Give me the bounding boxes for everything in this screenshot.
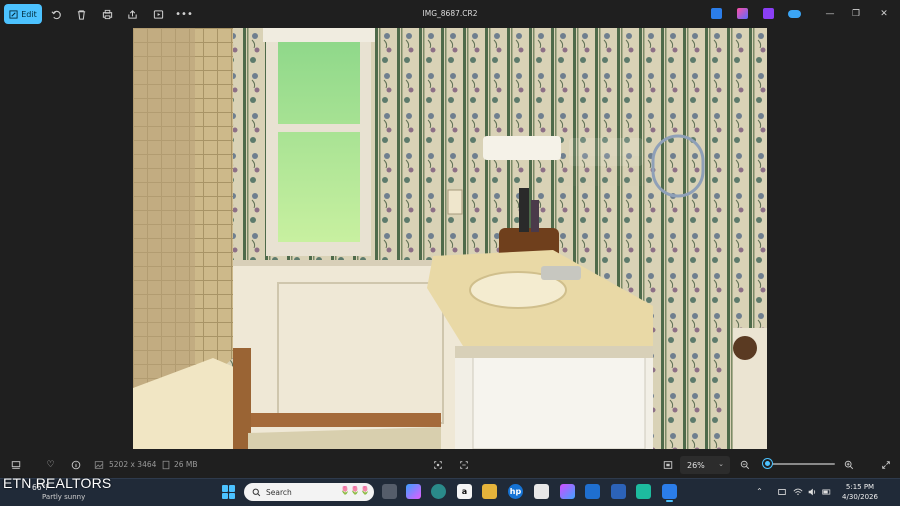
file-explorer-icon[interactable]	[482, 484, 497, 499]
onedrive-tray-icon[interactable]	[776, 486, 787, 497]
weather-description: Partly sunny	[42, 493, 86, 501]
zoom-in-icon[interactable]	[842, 458, 855, 471]
edit-icon	[9, 9, 18, 19]
designer-icon[interactable]	[763, 8, 774, 19]
image-size-icon	[92, 458, 105, 471]
volume-icon[interactable]	[806, 486, 817, 497]
hp-icon[interactable]: hp	[508, 484, 523, 499]
task-view-icon[interactable]	[382, 484, 397, 499]
tulips-icon: 🌷🌷🌷	[340, 486, 370, 495]
file-size-icon	[159, 458, 172, 471]
title-bar: Edit ••• IMG_8687.CR2 — ❐ ✕	[0, 0, 900, 28]
close-icon[interactable]: ✕	[876, 6, 892, 22]
battery-icon[interactable]	[820, 486, 833, 497]
chevron-down-icon: ⌄	[718, 460, 724, 468]
info-icon[interactable]	[69, 458, 82, 471]
crop-select-icon[interactable]	[431, 458, 444, 471]
edit-label: Edit	[21, 9, 37, 19]
amazon-icon[interactable]: a	[457, 484, 472, 499]
wifi-icon[interactable]	[792, 486, 803, 497]
realtor-watermark: ETN REALTORS	[3, 475, 112, 491]
edit-button[interactable]: Edit	[4, 4, 42, 24]
fit-to-window-icon[interactable]	[661, 458, 674, 471]
favorite-icon[interactable]: ♡	[44, 458, 57, 471]
onedrive-icon[interactable]	[788, 10, 801, 18]
fullscreen-icon[interactable]	[879, 458, 892, 471]
photos-app-window: Edit ••• IMG_8687.CR2 — ❐ ✕ ♡ 5202 x 346…	[0, 0, 900, 478]
system-clock[interactable]: 5:15 PM 4/30/2026	[838, 482, 882, 502]
more-icon[interactable]: •••	[175, 7, 193, 21]
m365-icon[interactable]	[560, 484, 575, 499]
store-icon[interactable]	[534, 484, 549, 499]
clipchamp-icon[interactable]	[737, 8, 748, 19]
minimize-icon[interactable]: —	[822, 6, 838, 22]
copilot-icon[interactable]	[406, 484, 421, 499]
image-dimensions: 5202 x 3464	[109, 460, 157, 469]
zoom-level: 26%	[687, 460, 705, 470]
edge-icon[interactable]	[431, 484, 446, 499]
chevron-up-icon[interactable]: ⌃	[754, 486, 765, 497]
restore-icon[interactable]: ❐	[848, 6, 864, 22]
delete-icon[interactable]	[74, 7, 88, 21]
photos-app-icon[interactable]	[662, 484, 677, 502]
zoom-level-dropdown[interactable]: 26% ⌄	[680, 456, 730, 474]
photo-canvas[interactable]	[133, 28, 767, 449]
bathroom-photo	[133, 28, 767, 449]
editor-app-icon[interactable]	[711, 8, 722, 19]
search-placeholder: Search	[266, 487, 292, 497]
print-icon[interactable]	[100, 7, 114, 21]
clock-date: 4/30/2026	[842, 493, 878, 501]
clock-time: 5:15 PM	[845, 483, 875, 491]
visual-search-icon[interactable]	[457, 458, 470, 471]
rotate-icon[interactable]	[49, 7, 63, 21]
news-icon[interactable]	[611, 484, 626, 499]
mail-icon[interactable]	[585, 484, 600, 499]
share-icon[interactable]	[125, 7, 139, 21]
zoom-slider[interactable]	[763, 463, 835, 465]
file-size: 26 MB	[174, 460, 198, 469]
filmstrip-icon[interactable]	[9, 458, 22, 471]
windows-logo-icon	[222, 485, 228, 492]
heart-app-icon[interactable]	[636, 484, 651, 499]
start-button[interactable]	[222, 485, 236, 499]
zoom-slider-thumb[interactable]	[762, 459, 772, 468]
zoom-out-icon[interactable]	[738, 458, 751, 471]
taskbar-search[interactable]: Search 🌷🌷🌷	[244, 483, 374, 501]
taskbar	[0, 478, 900, 506]
search-icon	[252, 488, 261, 496]
slideshow-icon[interactable]	[151, 7, 165, 21]
